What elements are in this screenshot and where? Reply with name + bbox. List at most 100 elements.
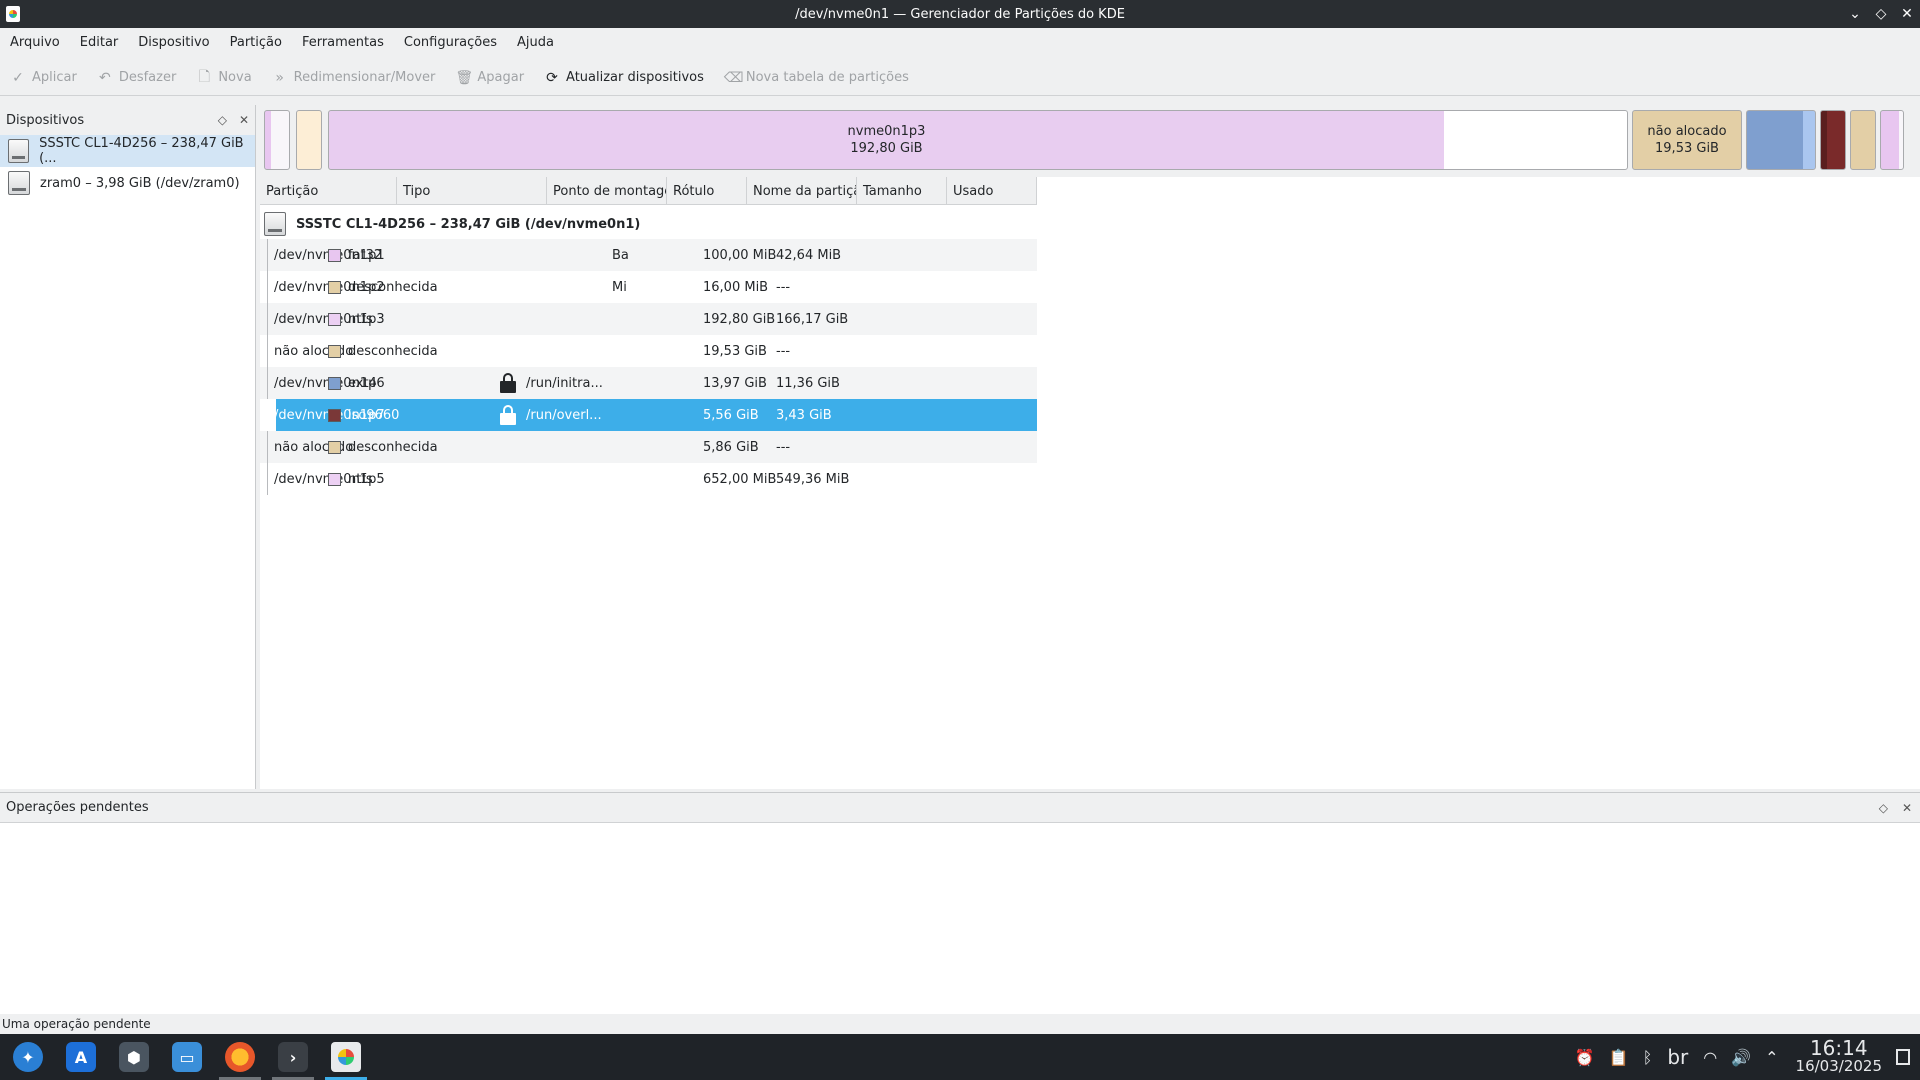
- cell-mount-point: /run/overl...: [526, 407, 602, 423]
- partition-manager-icon: [331, 1042, 361, 1072]
- maximize-button[interactable]: ◇: [1874, 6, 1888, 22]
- table-row[interactable]: /dev/nvme0n1p5ntfs652,00 MiB549,36 MiB: [260, 463, 1037, 495]
- folder-icon: ▭: [172, 1042, 202, 1072]
- disk-icon: [8, 139, 30, 163]
- toolbar: ✓ Aplicar ↶ Desfazer 🗋 Nova » Redimensio…: [0, 60, 1920, 96]
- menu-configuracoes[interactable]: Configurações: [396, 35, 505, 50]
- menu-particao[interactable]: Partição: [222, 35, 290, 50]
- filesystem-color-swatch: [328, 239, 349, 271]
- cell-type: ntfs: [348, 311, 373, 327]
- device-item-zram[interactable]: zram0 – 3,98 GiB (/dev/zram0): [0, 167, 255, 199]
- minimize-button[interactable]: ⌄: [1848, 6, 1862, 22]
- swatch-box: [328, 408, 341, 422]
- taskbar-discover[interactable]: A: [56, 1034, 106, 1080]
- cell-size: 5,86 GiB: [703, 439, 759, 455]
- devices-panel: Dispositivos ◇ ✕ SSSTC CL1-4D256 – 238,4…: [0, 105, 256, 789]
- filesystem-color-swatch: [328, 303, 349, 335]
- close-panel-icon[interactable]: ✕: [239, 113, 249, 127]
- float-panel-icon[interactable]: ◇: [1879, 801, 1888, 815]
- cell-type: ntfs: [348, 471, 373, 487]
- partition-segment-unallocated-2[interactable]: [1850, 110, 1876, 170]
- cell-used: ---: [776, 279, 791, 295]
- taskbar-files[interactable]: ▭: [162, 1034, 212, 1080]
- table-device-row[interactable]: SSSTC CL1-4D256 – 238,47 GiB (/dev/nvme0…: [260, 209, 640, 239]
- partition-segment-p6[interactable]: [1746, 110, 1816, 170]
- table-row[interactable]: /dev/nvme0n1p7iso9660/run/overl...5,56 G…: [274, 399, 1037, 431]
- undo-label: Desfazer: [118, 70, 177, 85]
- partition-segment-p1[interactable]: [264, 110, 290, 170]
- delete-button[interactable]: 🗑 Apagar: [455, 70, 524, 86]
- volume-icon[interactable]: 🔊: [1731, 1048, 1751, 1067]
- cell-used: 11,36 GiB: [776, 375, 840, 391]
- column-tamanho[interactable]: Tamanho: [857, 177, 947, 205]
- table-row[interactable]: não alocado desconhecida 5,86 GiB ---: [260, 431, 1037, 463]
- partition-segment-p5[interactable]: [1880, 110, 1904, 170]
- column-usado[interactable]: Usado: [947, 177, 1037, 205]
- pending-operations-list: [0, 822, 1920, 1014]
- taskbar-settings[interactable]: ⬢: [109, 1034, 159, 1080]
- apply-label: Aplicar: [32, 70, 77, 85]
- table-row[interactable]: /dev/nvme0n1p6ext4/run/initra...13,97 Gi…: [260, 367, 1037, 399]
- cell-size: 19,53 GiB: [703, 343, 767, 359]
- keyboard-layout[interactable]: br: [1667, 1045, 1688, 1069]
- taskbar-terminal[interactable]: ›: [268, 1034, 318, 1080]
- show-desktop-button[interactable]: [1896, 1049, 1910, 1065]
- new-partition-button[interactable]: 🗋 Nova: [196, 66, 252, 90]
- cell-partition-name: Mi: [612, 279, 627, 295]
- partition-segment-p2[interactable]: [296, 110, 322, 170]
- resize-move-button[interactable]: » Redimensionar/Mover: [272, 70, 435, 86]
- cell-used: ---: [776, 343, 791, 359]
- menu-arquivo[interactable]: Arquivo: [2, 35, 68, 50]
- pending-title: Operações pendentes: [6, 800, 149, 815]
- float-panel-icon[interactable]: ◇: [218, 113, 227, 127]
- lock-icon: [500, 367, 516, 399]
- refresh-devices-button[interactable]: ⟳ Atualizar dispositivos: [544, 70, 704, 86]
- partition-main-text: nvme0n1p3 192,80 GiB: [329, 123, 1444, 157]
- clock[interactable]: 16:14 16/03/2025: [1796, 1038, 1882, 1075]
- device-item-nvme[interactable]: SSSTC CL1-4D256 – 238,47 GiB (...: [0, 135, 255, 167]
- menu-dispositivo[interactable]: Dispositivo: [130, 35, 217, 50]
- application-launcher[interactable]: ✦: [3, 1034, 53, 1080]
- column-particao[interactable]: Partição: [260, 177, 397, 205]
- partition-main-name: nvme0n1p3: [847, 124, 926, 139]
- table-row[interactable]: /dev/nvme0n1p1fat32Ba100,00 MiB42,64 MiB: [260, 239, 1037, 271]
- apply-button[interactable]: ✓ Aplicar: [10, 70, 77, 86]
- checkmark-icon: ✓: [12, 69, 24, 86]
- table-row[interactable]: /dev/nvme0n1p2desconhecidaMi16,00 MiB---: [260, 271, 1037, 303]
- chevron-up-icon[interactable]: ⌃: [1765, 1048, 1778, 1067]
- swatch-box: [328, 344, 341, 358]
- partition-segment-p3[interactable]: nvme0n1p3 192,80 GiB: [328, 110, 1628, 170]
- terminal-icon: ›: [278, 1042, 308, 1072]
- menu-ajuda[interactable]: Ajuda: [509, 35, 562, 50]
- partition-main-size: 192,80 GiB: [850, 141, 923, 156]
- cell-type: desconhecida: [348, 343, 438, 359]
- menu-editar[interactable]: Editar: [72, 35, 127, 50]
- refresh-label: Atualizar dispositivos: [566, 70, 704, 85]
- cell-size: 13,97 GiB: [703, 375, 767, 391]
- bluetooth-icon[interactable]: ᛒ: [1643, 1048, 1653, 1067]
- partition-segment-p7[interactable]: [1820, 110, 1846, 170]
- column-nome-particao[interactable]: Nome da partiçãc: [747, 177, 857, 205]
- cell-used: 42,64 MiB: [776, 247, 842, 263]
- menu-ferramentas[interactable]: Ferramentas: [294, 35, 392, 50]
- column-tipo[interactable]: Tipo: [397, 177, 547, 205]
- undo-button[interactable]: ↶ Desfazer: [97, 70, 177, 86]
- table-row[interactable]: /dev/nvme0n1p3ntfs192,80 GiB166,17 GiB: [260, 303, 1037, 335]
- filesystem-color-swatch: [328, 271, 349, 303]
- notifications-icon[interactable]: ⏰: [1575, 1048, 1595, 1067]
- taskbar-partition-manager[interactable]: [321, 1034, 371, 1080]
- partition-segment-unallocated[interactable]: não alocado 19,53 GiB: [1632, 110, 1742, 170]
- wifi-icon[interactable]: ◠: [1703, 1048, 1717, 1067]
- table-row[interactable]: não alocado desconhecida 19,53 GiB ---: [260, 335, 1037, 367]
- close-button[interactable]: ✕: [1900, 6, 1914, 22]
- filesystem-color-swatch: [328, 431, 349, 463]
- cell-size: 100,00 MiB: [703, 247, 777, 263]
- disk-icon: [264, 212, 286, 236]
- column-rotulo[interactable]: Rótulo: [667, 177, 747, 205]
- clipboard-icon[interactable]: 📋: [1609, 1048, 1629, 1067]
- taskbar-firefox[interactable]: [215, 1034, 265, 1080]
- new-partition-table-button[interactable]: ⌫ Nova tabela de partições: [724, 70, 909, 86]
- tree-line: [267, 239, 268, 271]
- column-ponto-montagem[interactable]: Ponto de montager: [547, 177, 667, 205]
- close-panel-icon[interactable]: ✕: [1902, 801, 1912, 815]
